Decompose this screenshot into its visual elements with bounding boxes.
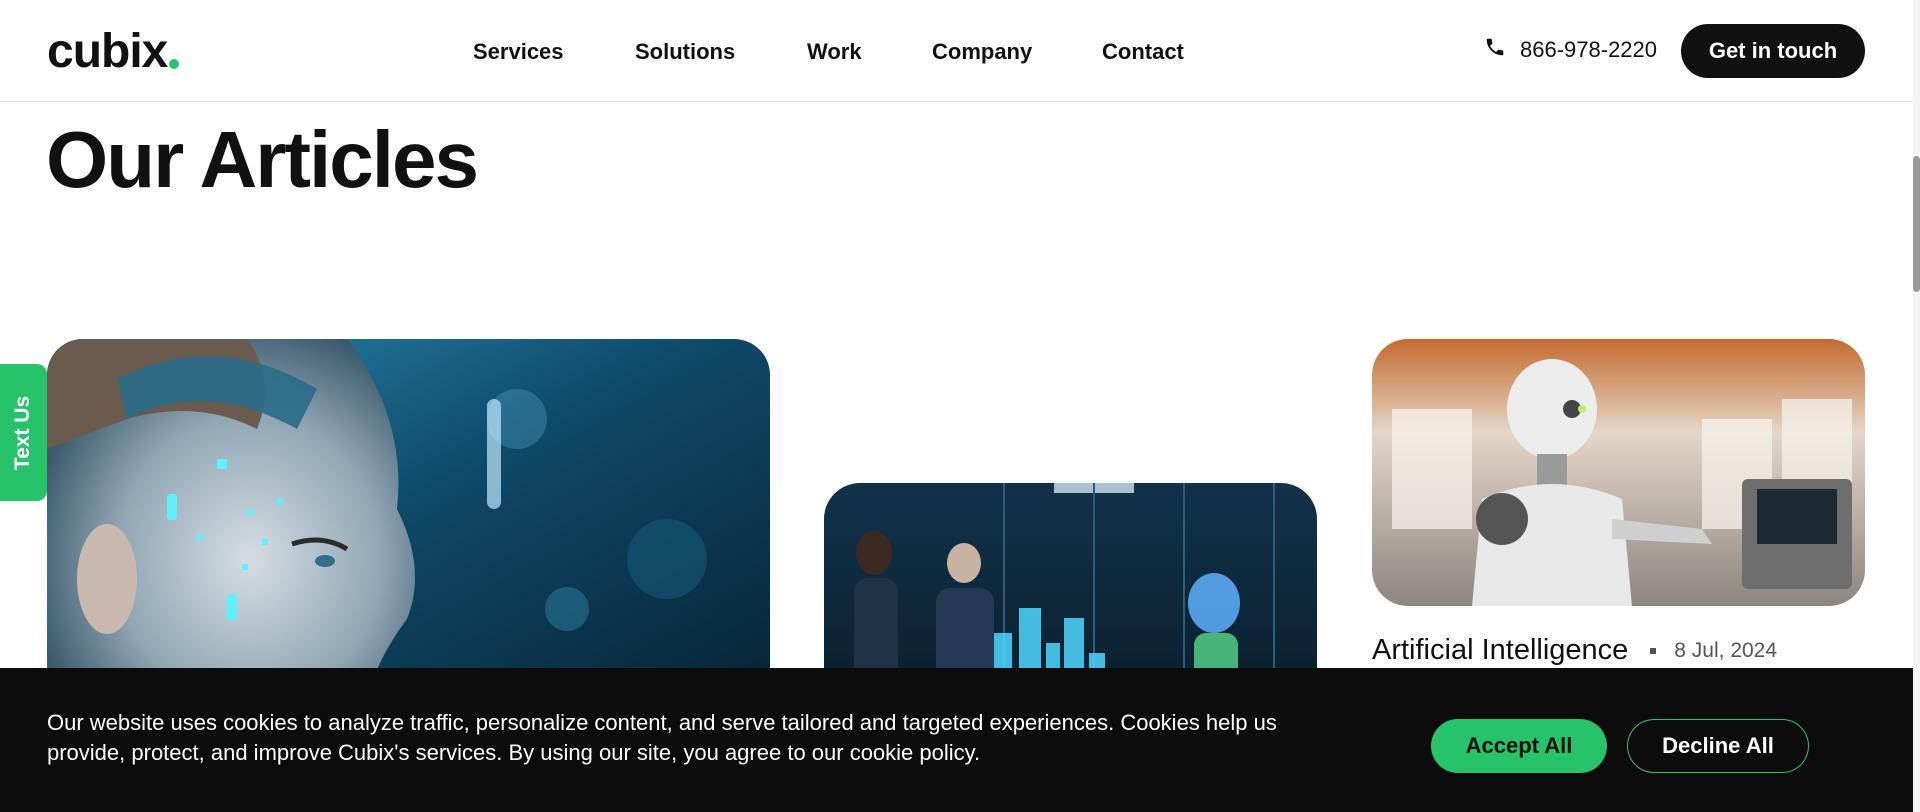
article-meta: Artificial Intelligence 8 Jul, 2024 [1372,634,1777,667]
phone-link[interactable]: 866-978-2220 [1484,36,1657,64]
cookie-text: Our website uses cookies to analyze traf… [47,710,1277,765]
page-scrollbar[interactable] [1913,0,1920,812]
robot-illustration [1372,339,1865,606]
article-category[interactable]: Artificial Intelligence [1372,634,1628,667]
article-image-robot-store[interactable] [1372,339,1865,606]
get-in-touch-button[interactable]: Get in touch [1681,24,1865,78]
meta-separator [1650,647,1657,654]
text-us-tab[interactable]: Text Us [0,364,47,501]
cookie-banner: Our website uses cookies to analyze traf… [0,668,1913,812]
nav-company[interactable]: Company [932,38,1032,66]
nav-work[interactable]: Work [807,38,862,66]
nav-services[interactable]: Services [473,38,564,66]
phone-number: 866-978-2220 [1520,37,1658,62]
scroll-thumb[interactable] [1913,156,1920,292]
text-us-label: Text Us [11,395,35,470]
accept-all-button[interactable]: Accept All [1431,719,1607,773]
decline-all-button[interactable]: Decline All [1627,719,1809,773]
phone-icon [1484,36,1506,64]
site-header: cubix Services Solutions Work Company Co… [0,0,1913,102]
page-title: Our Articles [46,115,479,204]
article-date: 8 Jul, 2024 [1674,638,1778,662]
nav-contact[interactable]: Contact [1102,38,1184,66]
nav-solutions[interactable]: Solutions [635,38,735,66]
